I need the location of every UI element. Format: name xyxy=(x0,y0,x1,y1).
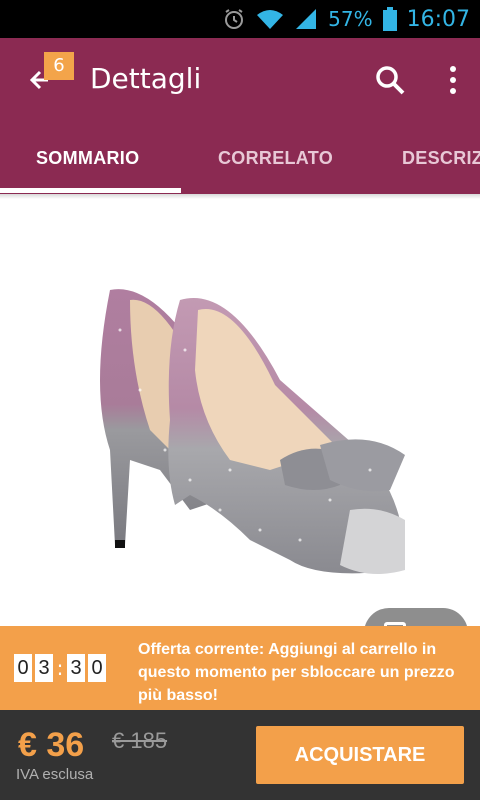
battery-percent: 57% xyxy=(328,7,373,31)
page-title: Dettagli xyxy=(90,62,202,95)
timer-digit: 0 xyxy=(88,654,106,682)
app-bar: 6 Dettagli xyxy=(0,38,480,122)
vat-note: IVA esclusa xyxy=(16,766,94,783)
tab-bar-shadow xyxy=(0,194,480,199)
cart-count-badge[interactable]: 6 xyxy=(44,52,74,80)
product-image[interactable] xyxy=(70,270,420,600)
tab-bar: SOMMARIO CORRELATO DESCRIZ xyxy=(0,122,480,194)
original-price: € 185 xyxy=(112,728,168,753)
countdown-timer: 0 3 : 3 0 xyxy=(14,654,109,682)
search-icon xyxy=(376,66,405,95)
tab-sommario[interactable]: SOMMARIO xyxy=(36,122,139,194)
tab-indicator xyxy=(0,188,181,193)
clock: 16:07 xyxy=(406,6,470,32)
search-button[interactable] xyxy=(372,62,408,98)
more-vert-icon xyxy=(450,66,456,94)
current-price: € 36 xyxy=(18,726,85,764)
status-bar: 57% 16:07 xyxy=(0,0,480,38)
wifi-icon xyxy=(256,8,284,30)
timer-digit: 3 xyxy=(35,654,53,682)
alarm-icon xyxy=(222,7,246,31)
offer-text: Offerta corrente: Aggiungi al carrello i… xyxy=(138,641,455,704)
purchase-bar: € 36 € 185 IVA esclusa ACQUISTARE xyxy=(0,710,480,800)
timer-digit: 3 xyxy=(67,654,85,682)
timer-separator: : xyxy=(56,656,64,680)
tab-correlato[interactable]: CORRELATO xyxy=(218,122,333,194)
buy-button[interactable]: ACQUISTARE xyxy=(256,726,464,784)
battery-icon xyxy=(382,7,397,31)
signal-icon xyxy=(294,8,318,30)
timer-digit: 0 xyxy=(14,654,32,682)
more-options-button[interactable] xyxy=(440,62,466,98)
offer-banner: 0 3 : 3 0 Offerta corrente: Aggiungi al … xyxy=(0,626,480,710)
tab-descrizione[interactable]: DESCRIZ xyxy=(402,122,480,194)
